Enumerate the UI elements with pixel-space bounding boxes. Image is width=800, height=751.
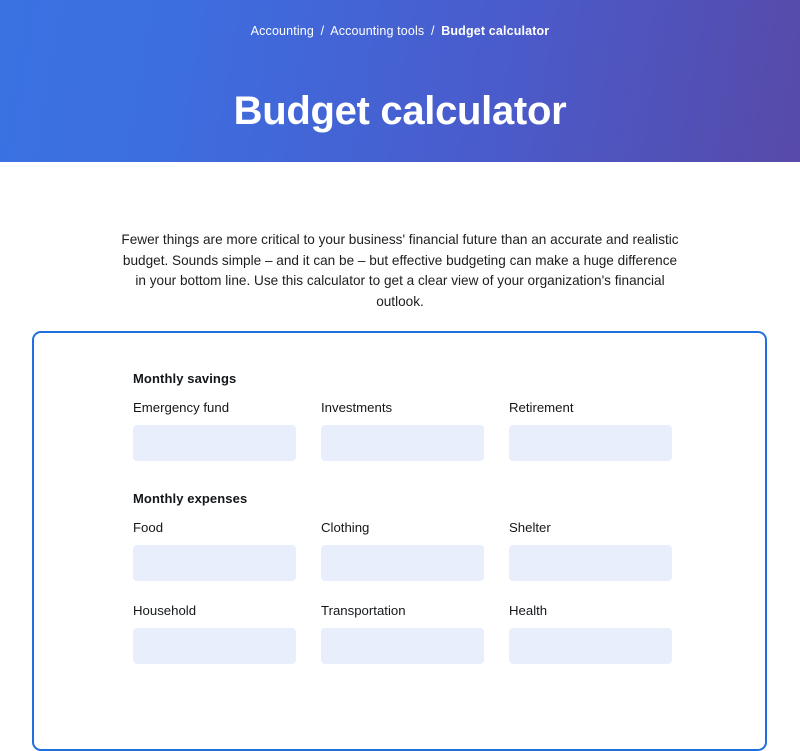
budget-calculator-card: Monthly savings Emergency fund Investmen… <box>32 331 767 751</box>
field-health: Health <box>509 603 672 664</box>
field-label-food: Food <box>133 520 164 535</box>
breadcrumb-separator: / <box>320 24 325 38</box>
calculator-form: Monthly savings Emergency fund Investmen… <box>34 333 765 664</box>
input-household[interactable] <box>133 628 296 664</box>
input-investments[interactable] <box>321 425 484 461</box>
field-label-emergency-fund: Emergency fund <box>133 400 230 415</box>
field-label-investments: Investments <box>321 400 393 415</box>
intro-paragraph: Fewer things are more critical to your b… <box>121 232 679 309</box>
input-health[interactable] <box>509 628 672 664</box>
input-retirement[interactable] <box>509 425 672 461</box>
input-food[interactable] <box>133 545 296 581</box>
section-monthly-expenses: Monthly expenses Food Clothing Shelter H… <box>133 491 765 664</box>
field-label-transportation: Transportation <box>321 603 406 618</box>
field-label-clothing: Clothing <box>321 520 370 535</box>
field-investments: Investments <box>321 400 484 461</box>
input-emergency-fund[interactable] <box>133 425 296 461</box>
field-emergency-fund: Emergency fund <box>133 400 296 461</box>
field-label-health: Health <box>509 603 548 618</box>
field-retirement: Retirement <box>509 400 672 461</box>
field-grid-monthly-expenses: Food Clothing Shelter Household Transpor <box>133 520 672 664</box>
breadcrumb-item-budget-calculator: Budget calculator <box>441 24 550 38</box>
field-shelter: Shelter <box>509 520 672 581</box>
breadcrumb-item-accounting[interactable]: Accounting <box>251 24 314 38</box>
page-hero: Accounting / Accounting tools / Budget c… <box>0 0 800 162</box>
field-label-household: Household <box>133 603 197 618</box>
field-clothing: Clothing <box>321 520 484 581</box>
section-monthly-savings: Monthly savings Emergency fund Investmen… <box>133 371 765 461</box>
input-transportation[interactable] <box>321 628 484 664</box>
field-transportation: Transportation <box>321 603 484 664</box>
page-title: Budget calculator <box>233 88 567 133</box>
input-shelter[interactable] <box>509 545 672 581</box>
input-clothing[interactable] <box>321 545 484 581</box>
breadcrumb-separator: / <box>430 24 435 38</box>
field-label-shelter: Shelter <box>509 520 551 535</box>
section-title-monthly-savings: Monthly savings <box>133 371 237 386</box>
field-household: Household <box>133 603 296 664</box>
field-label-retirement: Retirement <box>509 400 574 415</box>
breadcrumb-item-accounting-tools[interactable]: Accounting tools <box>330 24 424 38</box>
section-title-monthly-expenses: Monthly expenses <box>133 491 248 506</box>
breadcrumb: Accounting / Accounting tools / Budget c… <box>0 24 800 38</box>
intro-section: Fewer things are more critical to your b… <box>0 162 800 312</box>
field-grid-monthly-savings: Emergency fund Investments Retirement <box>133 400 672 461</box>
field-food: Food <box>133 520 296 581</box>
